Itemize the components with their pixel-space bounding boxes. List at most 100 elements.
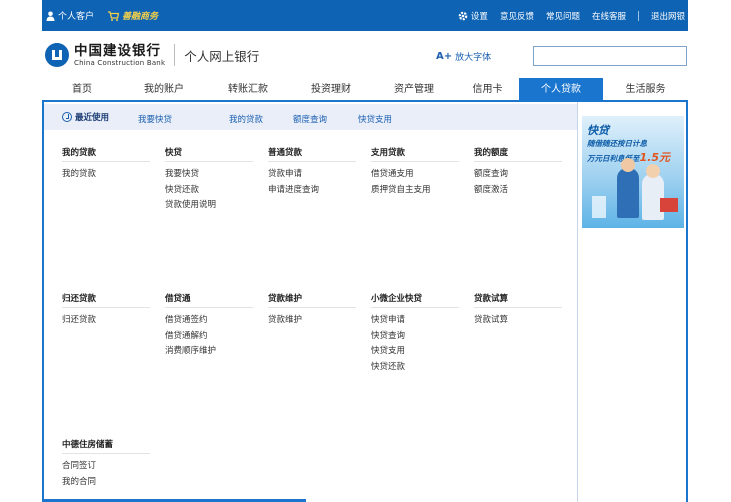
- recent-link-limit-query[interactable]: 额度查询: [293, 113, 327, 125]
- category-title: 我的贷款: [62, 146, 150, 162]
- category-drawdown-loan: 支用贷款 借贷通支用 质押贷自主支用: [371, 146, 459, 198]
- category-title: 我的额度: [474, 146, 562, 162]
- menu-link[interactable]: 贷款申请: [268, 167, 356, 183]
- panel-edge: [44, 300, 46, 502]
- quick-loan-ad-banner[interactable]: 快贷 随借随还按日计息 万元日利息低至1.5元: [582, 116, 684, 228]
- gift-box-icon: [660, 198, 678, 212]
- tab-credit-card[interactable]: 信用卡: [456, 78, 519, 102]
- menu-link[interactable]: 额度激活: [474, 183, 562, 199]
- enlarge-font-label: 放大字体: [455, 53, 492, 63]
- category-regular-loan: 普通贷款 贷款申请 申请进度查询: [268, 146, 356, 198]
- recent-link-apply-quick-loan[interactable]: 我要快贷: [138, 113, 172, 125]
- cart-icon: [108, 10, 120, 21]
- menu-link[interactable]: 额度查询: [474, 167, 562, 183]
- search-input[interactable]: [533, 46, 687, 66]
- category-my-loans: 我的贷款 我的贷款: [62, 146, 150, 183]
- menu-link[interactable]: 消费顺序维护: [165, 344, 253, 360]
- menu-link[interactable]: 申请进度查询: [268, 183, 356, 199]
- category-repay-loan: 归还贷款 归还贷款: [62, 292, 150, 329]
- menu-link[interactable]: 快贷还款: [371, 360, 459, 376]
- menu-link[interactable]: 贷款维护: [268, 313, 356, 329]
- tab-life-services[interactable]: 生活服务: [603, 78, 688, 102]
- recent-bar: 最近使用 我要快贷 我的贷款 额度查询 快贷支用: [44, 104, 577, 130]
- tab-transfer[interactable]: 转账汇款: [206, 78, 290, 102]
- tab-asset-management[interactable]: 资产管理: [372, 78, 456, 102]
- ad-rate: 1.5元: [639, 151, 671, 164]
- category-title: 支用贷款: [371, 146, 459, 162]
- category-my-limit: 我的额度 额度查询 额度激活: [474, 146, 562, 198]
- shanrong-link[interactable]: 善融商务: [108, 9, 158, 22]
- settings-label: 设置: [470, 12, 488, 22]
- main-nav: 首页 我的账户 转账汇款 投资理财 资产管理 信用卡 个人贷款 生活服务: [42, 78, 688, 102]
- ad-person-icon: [617, 168, 639, 218]
- ad-person-head-icon: [646, 164, 660, 178]
- ad-line1: 随借随还按日计息: [587, 139, 647, 148]
- user-icon: [46, 11, 55, 21]
- category-title: 贷款试算: [474, 292, 562, 308]
- menu-link[interactable]: 快贷申请: [371, 313, 459, 329]
- category-title: 贷款维护: [268, 292, 356, 308]
- personal-customer-label: 个人客户: [58, 12, 95, 22]
- tab-personal-loan[interactable]: 个人贷款: [519, 78, 603, 102]
- category-sino-german-housing-savings: 中德住房储蓄 合同签订 我的合同: [62, 438, 150, 490]
- menu-link[interactable]: 合同签订: [62, 459, 150, 475]
- category-title: 普通贷款: [268, 146, 356, 162]
- category-title: 借贷通: [165, 292, 253, 308]
- feedback-link[interactable]: 意见反馈: [500, 10, 534, 22]
- settings-link[interactable]: 设置: [458, 10, 488, 22]
- loan-menu-panel: 最近使用 我要快贷 我的贷款 额度查询 快贷支用 快贷 随借随还按日计息 万元日…: [42, 102, 688, 502]
- clock-icon: [62, 112, 72, 122]
- menu-link[interactable]: 我的贷款: [62, 167, 150, 183]
- recent-link-quick-loan-drawdown[interactable]: 快贷支用: [358, 113, 392, 125]
- tab-my-account[interactable]: 我的账户: [122, 78, 206, 102]
- header: 中国建设银行 China Construction Bank 个人网上银行 A+…: [42, 31, 688, 78]
- tab-investment[interactable]: 投资理财: [290, 78, 372, 102]
- bank-name-cn: 中国建设银行: [74, 42, 161, 59]
- recent-link-my-loans[interactable]: 我的贷款: [229, 113, 263, 125]
- font-size-icon: A+: [436, 51, 453, 62]
- category-jiedaitong: 借贷通 借贷通签约 借贷通解约 消费顺序维护: [165, 292, 253, 360]
- menu-link[interactable]: 贷款使用说明: [165, 198, 253, 214]
- shanrong-label: 善融商务: [122, 12, 159, 22]
- bank-name-en: China Construction Bank: [74, 58, 166, 67]
- logo-divider: [174, 44, 176, 66]
- logout-link[interactable]: 退出网银: [651, 10, 685, 22]
- ccb-emblem-icon: [45, 43, 69, 67]
- menu-link[interactable]: 借贷通支用: [371, 167, 459, 183]
- category-quick-loan: 快贷 我要快贷 快贷还款 贷款使用说明: [165, 146, 253, 214]
- menu-link[interactable]: 借贷通解约: [165, 329, 253, 345]
- recent-used-label: 最近使用: [75, 113, 110, 123]
- panel-divider: [577, 102, 578, 502]
- shopping-bag-icon: [592, 196, 606, 218]
- category-title: 中德住房储蓄: [62, 438, 150, 454]
- gear-icon: [458, 11, 468, 21]
- menu-link[interactable]: 我的合同: [62, 475, 150, 491]
- category-title: 小微企业快贷: [371, 292, 459, 308]
- menu-link[interactable]: 质押贷自主支用: [371, 183, 459, 199]
- menu-link[interactable]: 借贷通签约: [165, 313, 253, 329]
- product-name: 个人网上银行: [184, 48, 260, 64]
- menu-link[interactable]: 贷款试算: [474, 313, 562, 329]
- online-service-link[interactable]: 在线客服: [592, 10, 626, 22]
- category-title: 归还贷款: [62, 292, 150, 308]
- menu-link[interactable]: 快贷支用: [371, 344, 459, 360]
- enlarge-font-button[interactable]: A+ 放大字体: [436, 50, 491, 63]
- ad-person-icon: [642, 174, 664, 220]
- tab-home[interactable]: 首页: [42, 78, 122, 102]
- ad-title: 快贷: [587, 124, 609, 137]
- divider: [637, 11, 639, 21]
- menu-link[interactable]: 我要快贷: [165, 167, 253, 183]
- bank-logo[interactable]: 中国建设银行 China Construction Bank 个人网上银行: [45, 43, 259, 67]
- category-title: 快贷: [165, 146, 253, 162]
- recent-used: 最近使用: [62, 111, 109, 123]
- menu-link[interactable]: 归还贷款: [62, 313, 150, 329]
- category-loan-calculator: 贷款试算 贷款试算: [474, 292, 562, 329]
- category-loan-maintenance: 贷款维护 贷款维护: [268, 292, 356, 329]
- faq-link[interactable]: 常见问题: [546, 10, 580, 22]
- ad-person-head-icon: [621, 158, 635, 172]
- personal-customer-link[interactable]: 个人客户: [46, 9, 94, 22]
- menu-link[interactable]: 快贷查询: [371, 329, 459, 345]
- category-small-business-quick-loan: 小微企业快贷 快贷申请 快贷查询 快贷支用 快贷还款: [371, 292, 459, 375]
- top-bar: 个人客户 善融商务 设置 意见反馈 常见问题 在线客服 退出网银: [42, 0, 688, 31]
- menu-link[interactable]: 快贷还款: [165, 183, 253, 199]
